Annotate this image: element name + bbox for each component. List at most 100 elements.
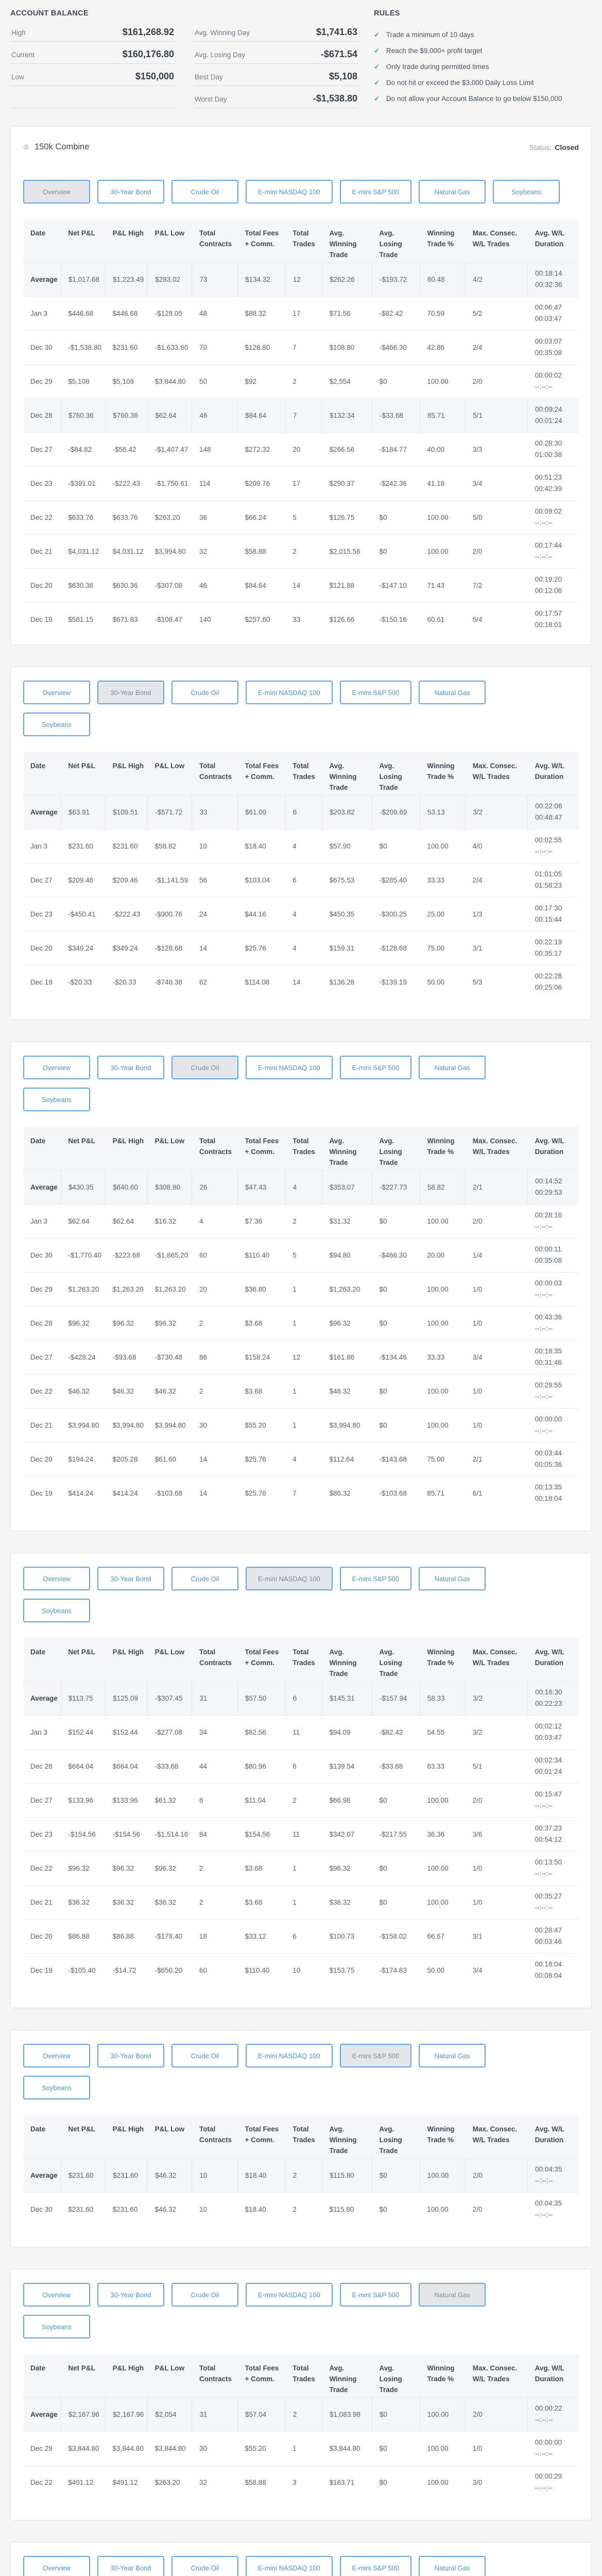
tab-soybeans[interactable]: Soybeans <box>23 713 90 736</box>
tab-natural-gas[interactable]: Natural Gas <box>419 2556 486 2576</box>
tab-overview[interactable]: Overview <box>23 2556 90 2576</box>
cell: $0 <box>379 2444 387 2452</box>
cell: $115.80 <box>329 2205 354 2213</box>
tab-crude-oil[interactable]: Crude Oil <box>171 681 238 704</box>
tab-overview[interactable]: Overview <box>23 681 90 704</box>
tab-e-mini-nasdaq-100[interactable]: E-mini NASDAQ 100 <box>246 681 333 704</box>
tab-overview[interactable]: Overview <box>23 2283 90 2307</box>
table-row[interactable]: Jan 3 $231.60 $231.60 $58.82 10 $18.40 4 $57.90… <box>23 829 579 863</box>
table-row[interactable]: Dec 28 $760.36 $760.36 $62.64 46 $84.64 7 $132.… <box>23 398 579 432</box>
tab-soybeans[interactable]: Soybeans <box>493 180 560 204</box>
tab-e-mini-nasdaq-100[interactable]: E-mini NASDAQ 100 <box>246 2283 333 2307</box>
table-header-row: Date Net P&L P&L High P&L Low Total Contract… <box>23 2354 579 2397</box>
column-header-p-l-high: P&L High <box>105 219 148 262</box>
tab-natural-gas[interactable]: Natural Gas <box>419 2283 486 2307</box>
tab-e-mini-nasdaq-100[interactable]: E-mini NASDAQ 100 <box>246 2556 333 2576</box>
tab-30-year-bond[interactable]: 30-Year Bond <box>97 2556 164 2576</box>
tab-e-mini-s-p-500[interactable]: E-mini S&P 500 <box>339 1056 412 1079</box>
table-row[interactable]: Jan 3 $152.44 $152.44 -$277.08 34 $62.56 11 $94… <box>23 1715 579 1749</box>
table-row[interactable]: Dec 27 $133.96 $133.96 $61.32 6 $11.04 2 $66.98… <box>23 1783 579 1817</box>
tab-crude-oil[interactable]: Crude Oil <box>171 1056 238 1079</box>
tab-30-year-bond[interactable]: 30-Year Bond <box>97 1056 164 1079</box>
tab-e-mini-s-p-500[interactable]: E-mini S&P 500 <box>339 180 412 204</box>
tab-soybeans[interactable]: Soybeans <box>23 1599 90 1622</box>
tab-soybeans[interactable]: Soybeans <box>23 2315 90 2338</box>
cell: $88.32 <box>245 309 266 317</box>
cell: $11.04 <box>245 1796 266 1804</box>
table-row[interactable]: Dec 19 $414.24 $414.24 -$103.68 14 $25.76 7 $86… <box>23 1476 579 1510</box>
cell: -$222.43 <box>112 910 140 918</box>
tab-crude-oil[interactable]: Crude Oil <box>171 180 238 204</box>
tab-e-mini-nasdaq-100[interactable]: E-mini NASDAQ 100 <box>246 180 333 204</box>
cell: 3/1 <box>472 944 483 952</box>
tab-natural-gas[interactable]: Natural Gas <box>419 1567 486 1590</box>
table-row[interactable]: Dec 22 $491.12 $491.12 $263.20 32 $58.88 3 $163… <box>23 2465 579 2499</box>
tab-overview[interactable]: Overview <box>23 180 90 204</box>
cell: $430.35 <box>60 1170 106 1204</box>
tab-overview[interactable]: Overview <box>23 1056 90 1079</box>
cell: 3/6 <box>472 1830 483 1838</box>
tab-e-mini-s-p-500[interactable]: E-mini S&P 500 <box>339 1567 412 1590</box>
table-row[interactable]: Dec 30 -$1,770.40 -$223.68 -$1,865.20 60 $110… <box>23 1238 579 1272</box>
tab-soybeans[interactable]: Soybeans <box>23 2076 90 2099</box>
tab-30-year-bond[interactable]: 30-Year Bond <box>97 2044 164 2067</box>
table-row[interactable]: Dec 29 $3,844.80 $3,844.80 $3,844.80 30 $55.2… <box>23 2431 579 2465</box>
tab-natural-gas[interactable]: Natural Gas <box>419 681 486 704</box>
table-row[interactable]: Dec 20 $86.88 $86.88 -$178.40 18 $33.12 6 $100.… <box>23 1919 579 1953</box>
table-row[interactable]: Dec 29 $1,263.20 $1,263.20 $1,263.20 20 $36.8… <box>23 1272 579 1306</box>
cell: $96.32 <box>68 1864 90 1872</box>
table-row[interactable]: Dec 28 $96.32 $96.32 $96.32 2 $3.68 1 $96.32 $0 1… <box>23 1306 579 1340</box>
tab-30-year-bond[interactable]: 30-Year Bond <box>97 2283 164 2307</box>
table-row[interactable]: Dec 23 -$154.56 -$154.56 -$1,514.16 84 $154.5… <box>23 1817 579 1851</box>
table-row[interactable]: Dec 27 -$84.82 -$56.42 -$1,407.47 148 $272.32… <box>23 432 579 466</box>
tab-natural-gas[interactable]: Natural Gas <box>419 180 486 204</box>
column-header-p-l-low: P&L Low <box>147 1127 192 1170</box>
table-row[interactable]: Dec 21 $4,031.12 $4,031.12 $3,994.80 32 $58.8… <box>23 534 579 568</box>
table-row[interactable]: Dec 30 $231.60 $231.60 $46.32 10 $18.40 2 $115.… <box>23 2192 579 2226</box>
table-row[interactable]: Dec 27 $209.46 $209.46 -$1,141.59 56 $103.04 6… <box>23 863 579 897</box>
duration-win: 00:18:14 <box>535 269 562 277</box>
tab-e-mini-nasdaq-100[interactable]: E-mini NASDAQ 100 <box>246 1567 333 1590</box>
tab-30-year-bond[interactable]: 30-Year Bond <box>97 180 164 204</box>
table-row[interactable]: Dec 21 $36.32 $36.32 $36.32 2 $3.68 1 $36.32 $0 1… <box>23 1885 579 1919</box>
table-row[interactable]: Dec 19 -$105.40 -$14.72 -$650.20 60 $110.40 10… <box>23 1953 579 1987</box>
table-row[interactable]: Dec 21 $3,994.80 $3,994.80 $3,994.80 30 $55.2… <box>23 1408 579 1442</box>
cell-duration: 01:01:05 01:58:23 <box>528 863 579 897</box>
tab-crude-oil[interactable]: Crude Oil <box>171 2283 238 2307</box>
table-row[interactable]: Dec 20 $194.24 $205.28 $61.60 14 $25.76 4 $112.… <box>23 1442 579 1476</box>
tab-30-year-bond[interactable]: 30-Year Bond <box>97 1567 164 1590</box>
table-row[interactable]: Dec 20 $630.36 $630.36 -$307.08 46 $84.64 14 $1… <box>23 568 579 602</box>
cell: $3,844.80 <box>68 2444 99 2452</box>
table-row[interactable]: Dec 22 $46.32 $46.32 $46.32 2 $3.68 1 $46.32 $0 1… <box>23 1374 579 1408</box>
tab-soybeans[interactable]: Soybeans <box>23 1088 90 1111</box>
tab-overview[interactable]: Overview <box>23 2044 90 2067</box>
table-row[interactable]: Dec 20 $349.24 $349.24 -$128.68 14 $25.76 4 $15… <box>23 931 579 965</box>
table-row[interactable]: Dec 22 $96.32 $96.32 $96.32 2 $3.68 1 $96.32 $0 1… <box>23 1851 579 1885</box>
tab-crude-oil[interactable]: Crude Oil <box>171 2556 238 2576</box>
table-row[interactable]: Dec 19 -$20.33 -$20.33 -$746.38 62 $114.08 14 $… <box>23 965 579 999</box>
table-row[interactable]: Dec 23 -$391.01 -$222.43 -$1,750.61 114 $209.… <box>23 466 579 500</box>
table-row[interactable]: Dec 27 -$428.24 -$93.68 -$730.48 86 $158.24 12… <box>23 1340 579 1374</box>
tab-e-mini-s-p-500[interactable]: E-mini S&P 500 <box>339 2556 412 2576</box>
tab-e-mini-s-p-500[interactable]: E-mini S&P 500 <box>339 2044 412 2067</box>
table-row[interactable]: Dec 23 -$450.41 -$222.43 -$900.76 24 $44.16 4 $… <box>23 897 579 931</box>
tab-30-year-bond[interactable]: 30-Year Bond <box>97 681 164 704</box>
tab-e-mini-s-p-500[interactable]: E-mini S&P 500 <box>339 681 412 704</box>
table-row[interactable]: Dec 19 $581.15 $671.83 -$108.47 140 $257.60 33… <box>23 602 579 636</box>
table-row[interactable]: Dec 29 $5,108 $5,108 $3,844.80 50 $92 2 $2,554 $… <box>23 364 579 398</box>
table-row[interactable]: Dec 22 $633.76 $633.76 $263.20 36 $66.24 5 $126… <box>23 500 579 534</box>
tab-e-mini-nasdaq-100[interactable]: E-mini NASDAQ 100 <box>246 2044 333 2067</box>
tab-natural-gas[interactable]: Natural Gas <box>419 1056 486 1079</box>
table-row[interactable]: Dec 30 -$1,538.80 $231.60 -$1,633.60 70 $128.… <box>23 330 579 364</box>
table-row[interactable]: Dec 28 $664.04 $664.04 -$33.68 44 $80.96 6 $139… <box>23 1749 579 1783</box>
tab-e-mini-nasdaq-100[interactable]: E-mini NASDAQ 100 <box>246 1056 333 1079</box>
duration-win: 00:00:00 <box>535 2438 562 2446</box>
tab-natural-gas[interactable]: Natural Gas <box>419 2044 486 2067</box>
tab-overview[interactable]: Overview <box>23 1567 90 1590</box>
table-row[interactable]: Jan 3 $446.68 $446.68 -$128.05 48 $88.32 17 $71… <box>23 296 579 330</box>
tab-crude-oil[interactable]: Crude Oil <box>171 2044 238 2067</box>
stat-current: Current $160,176.80 <box>10 42 175 64</box>
tab-e-mini-s-p-500[interactable]: E-mini S&P 500 <box>339 2283 412 2307</box>
table-row[interactable]: Jan 3 $62.64 $62.64 $16.32 4 $7.36 2 $31.32 $0 10… <box>23 1204 579 1238</box>
tab-crude-oil[interactable]: Crude Oil <box>171 1567 238 1590</box>
